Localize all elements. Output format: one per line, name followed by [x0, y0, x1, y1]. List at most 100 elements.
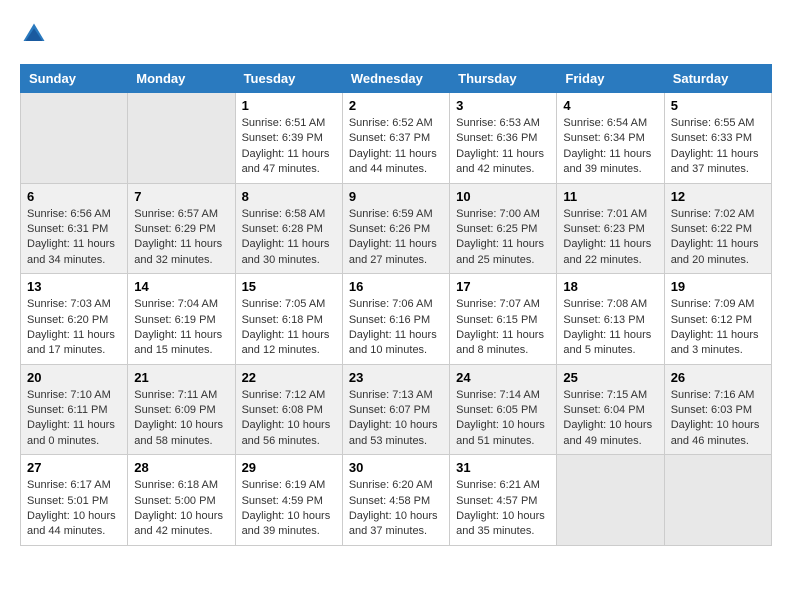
- calendar-cell: 29 Sunrise: 6:19 AM Sunset: 4:59 PM Dayli…: [235, 455, 342, 546]
- logo-icon: [20, 20, 48, 48]
- calendar-cell: 18 Sunrise: 7:08 AM Sunset: 6:13 PM Dayli…: [557, 274, 664, 365]
- calendar-week-1: 1 Sunrise: 6:51 AM Sunset: 6:39 PM Daylig…: [21, 93, 772, 184]
- day-number: 31: [456, 460, 550, 475]
- calendar-cell: 2Sunrise: 6:52 AM Sunset: 6:37 PM Daylig…: [342, 93, 449, 184]
- day-number: 2: [349, 98, 443, 113]
- day-number: 8: [242, 189, 336, 204]
- calendar-cell: [128, 93, 235, 184]
- day-number: 15: [242, 279, 336, 294]
- calendar-cell: 5 Sunrise: 6:55 AM Sunset: 6:33 PM Daylig…: [664, 93, 771, 184]
- calendar-cell: 16 Sunrise: 7:06 AM Sunset: 6:16 PM Dayli…: [342, 274, 449, 365]
- day-number: 3: [456, 98, 550, 113]
- calendar-cell: 23 Sunrise: 7:13 AM Sunset: 6:07 PM Dayli…: [342, 364, 449, 455]
- day-number: 17: [456, 279, 550, 294]
- logo: [20, 20, 52, 48]
- calendar-cell: 14 Sunrise: 7:04 AM Sunset: 6:19 PM Dayli…: [128, 274, 235, 365]
- day-detail: Sunrise: 6:18 AM Sunset: 5:00 PM Dayligh…: [134, 478, 228, 540]
- day-number: 22: [242, 370, 336, 385]
- day-detail: Sunrise: 7:04 AM Sunset: 6:19 PM Dayligh…: [134, 297, 228, 359]
- calendar-cell: [21, 93, 128, 184]
- day-detail: Sunrise: 6:58 AM Sunset: 6:28 PM Dayligh…: [242, 207, 336, 269]
- day-number: 10: [456, 189, 550, 204]
- day-detail: Sunrise: 6:17 AM Sunset: 5:01 PM Dayligh…: [27, 478, 121, 540]
- day-number: 14: [134, 279, 228, 294]
- calendar-cell: 25 Sunrise: 7:15 AM Sunset: 6:04 PM Dayli…: [557, 364, 664, 455]
- day-number: 23: [349, 370, 443, 385]
- calendar-cell: 8 Sunrise: 6:58 AM Sunset: 6:28 PM Daylig…: [235, 183, 342, 274]
- day-number: 28: [134, 460, 228, 475]
- day-number: 16: [349, 279, 443, 294]
- calendar-cell: 17 Sunrise: 7:07 AM Sunset: 6:15 PM Dayli…: [450, 274, 557, 365]
- day-number: 19: [671, 279, 765, 294]
- calendar-cell: 1 Sunrise: 6:51 AM Sunset: 6:39 PM Daylig…: [235, 93, 342, 184]
- header-sunday: Sunday: [21, 65, 128, 93]
- day-detail: Sunrise: 6:54 AM Sunset: 6:34 PM Dayligh…: [563, 116, 657, 178]
- day-detail: Sunrise: 7:11 AM Sunset: 6:09 PM Dayligh…: [134, 388, 228, 450]
- calendar-cell: [557, 455, 664, 546]
- header-friday: Friday: [557, 65, 664, 93]
- day-detail: Sunrise: 7:16 AM Sunset: 6:03 PM Dayligh…: [671, 388, 765, 450]
- day-detail: Sunrise: 6:56 AM Sunset: 6:31 PM Dayligh…: [27, 207, 121, 269]
- calendar-cell: 21 Sunrise: 7:11 AM Sunset: 6:09 PM Dayli…: [128, 364, 235, 455]
- header-thursday: Thursday: [450, 65, 557, 93]
- day-detail: Sunrise: 6:20 AM Sunset: 4:58 PM Dayligh…: [349, 478, 443, 540]
- calendar-cell: 13 Sunrise: 7:03 AM Sunset: 6:20 PM Dayli…: [21, 274, 128, 365]
- calendar-cell: 27 Sunrise: 6:17 AM Sunset: 5:01 PM Dayli…: [21, 455, 128, 546]
- day-detail: Sunrise: 6:51 AM Sunset: 6:39 PM Dayligh…: [242, 116, 336, 178]
- calendar-cell: 12 Sunrise: 7:02 AM Sunset: 6:22 PM Dayli…: [664, 183, 771, 274]
- day-number: 5: [671, 98, 765, 113]
- day-number: 11: [563, 189, 657, 204]
- calendar-cell: 24Sunrise: 7:14 AM Sunset: 6:05 PM Dayli…: [450, 364, 557, 455]
- day-number: 24: [456, 370, 550, 385]
- day-detail: Sunrise: 7:15 AM Sunset: 6:04 PM Dayligh…: [563, 388, 657, 450]
- day-detail: Sunrise: 6:55 AM Sunset: 6:33 PM Dayligh…: [671, 116, 765, 178]
- day-detail: Sunrise: 7:10 AM Sunset: 6:11 PM Dayligh…: [27, 388, 121, 450]
- header-wednesday: Wednesday: [342, 65, 449, 93]
- calendar-cell: 22Sunrise: 7:12 AM Sunset: 6:08 PM Dayli…: [235, 364, 342, 455]
- calendar-header-row: SundayMondayTuesdayWednesdayThursdayFrid…: [21, 65, 772, 93]
- day-detail: Sunrise: 6:59 AM Sunset: 6:26 PM Dayligh…: [349, 207, 443, 269]
- day-number: 13: [27, 279, 121, 294]
- day-number: 12: [671, 189, 765, 204]
- day-detail: Sunrise: 7:00 AM Sunset: 6:25 PM Dayligh…: [456, 207, 550, 269]
- day-number: 21: [134, 370, 228, 385]
- day-detail: Sunrise: 7:03 AM Sunset: 6:20 PM Dayligh…: [27, 297, 121, 359]
- day-number: 7: [134, 189, 228, 204]
- calendar-cell: 7 Sunrise: 6:57 AM Sunset: 6:29 PM Daylig…: [128, 183, 235, 274]
- calendar-week-3: 13 Sunrise: 7:03 AM Sunset: 6:20 PM Dayli…: [21, 274, 772, 365]
- day-number: 27: [27, 460, 121, 475]
- day-detail: Sunrise: 7:13 AM Sunset: 6:07 PM Dayligh…: [349, 388, 443, 450]
- calendar-cell: 15 Sunrise: 7:05 AM Sunset: 6:18 PM Dayli…: [235, 274, 342, 365]
- day-detail: Sunrise: 6:21 AM Sunset: 4:57 PM Dayligh…: [456, 478, 550, 540]
- day-number: 29: [242, 460, 336, 475]
- day-number: 1: [242, 98, 336, 113]
- calendar-week-5: 27 Sunrise: 6:17 AM Sunset: 5:01 PM Dayli…: [21, 455, 772, 546]
- day-detail: Sunrise: 6:19 AM Sunset: 4:59 PM Dayligh…: [242, 478, 336, 540]
- day-detail: Sunrise: 7:07 AM Sunset: 6:15 PM Dayligh…: [456, 297, 550, 359]
- calendar-cell: 3 Sunrise: 6:53 AM Sunset: 6:36 PM Daylig…: [450, 93, 557, 184]
- day-number: 18: [563, 279, 657, 294]
- calendar-cell: 6Sunrise: 6:56 AM Sunset: 6:31 PM Daylig…: [21, 183, 128, 274]
- calendar-cell: 11Sunrise: 7:01 AM Sunset: 6:23 PM Dayli…: [557, 183, 664, 274]
- day-number: 25: [563, 370, 657, 385]
- day-number: 4: [563, 98, 657, 113]
- header-monday: Monday: [128, 65, 235, 93]
- calendar-cell: 31 Sunrise: 6:21 AM Sunset: 4:57 PM Dayli…: [450, 455, 557, 546]
- day-number: 30: [349, 460, 443, 475]
- day-detail: Sunrise: 7:02 AM Sunset: 6:22 PM Dayligh…: [671, 207, 765, 269]
- calendar-cell: 20 Sunrise: 7:10 AM Sunset: 6:11 PM Dayli…: [21, 364, 128, 455]
- day-detail: Sunrise: 6:53 AM Sunset: 6:36 PM Dayligh…: [456, 116, 550, 178]
- calendar-week-2: 6Sunrise: 6:56 AM Sunset: 6:31 PM Daylig…: [21, 183, 772, 274]
- calendar-week-4: 20 Sunrise: 7:10 AM Sunset: 6:11 PM Dayli…: [21, 364, 772, 455]
- day-detail: Sunrise: 7:05 AM Sunset: 6:18 PM Dayligh…: [242, 297, 336, 359]
- day-number: 20: [27, 370, 121, 385]
- day-detail: Sunrise: 6:57 AM Sunset: 6:29 PM Dayligh…: [134, 207, 228, 269]
- calendar-cell: 28 Sunrise: 6:18 AM Sunset: 5:00 PM Dayli…: [128, 455, 235, 546]
- day-detail: Sunrise: 7:08 AM Sunset: 6:13 PM Dayligh…: [563, 297, 657, 359]
- calendar-cell: 4 Sunrise: 6:54 AM Sunset: 6:34 PM Daylig…: [557, 93, 664, 184]
- calendar-cell: 26Sunrise: 7:16 AM Sunset: 6:03 PM Dayli…: [664, 364, 771, 455]
- day-number: 9: [349, 189, 443, 204]
- page-header: [20, 20, 772, 48]
- day-detail: Sunrise: 7:06 AM Sunset: 6:16 PM Dayligh…: [349, 297, 443, 359]
- day-detail: Sunrise: 7:09 AM Sunset: 6:12 PM Dayligh…: [671, 297, 765, 359]
